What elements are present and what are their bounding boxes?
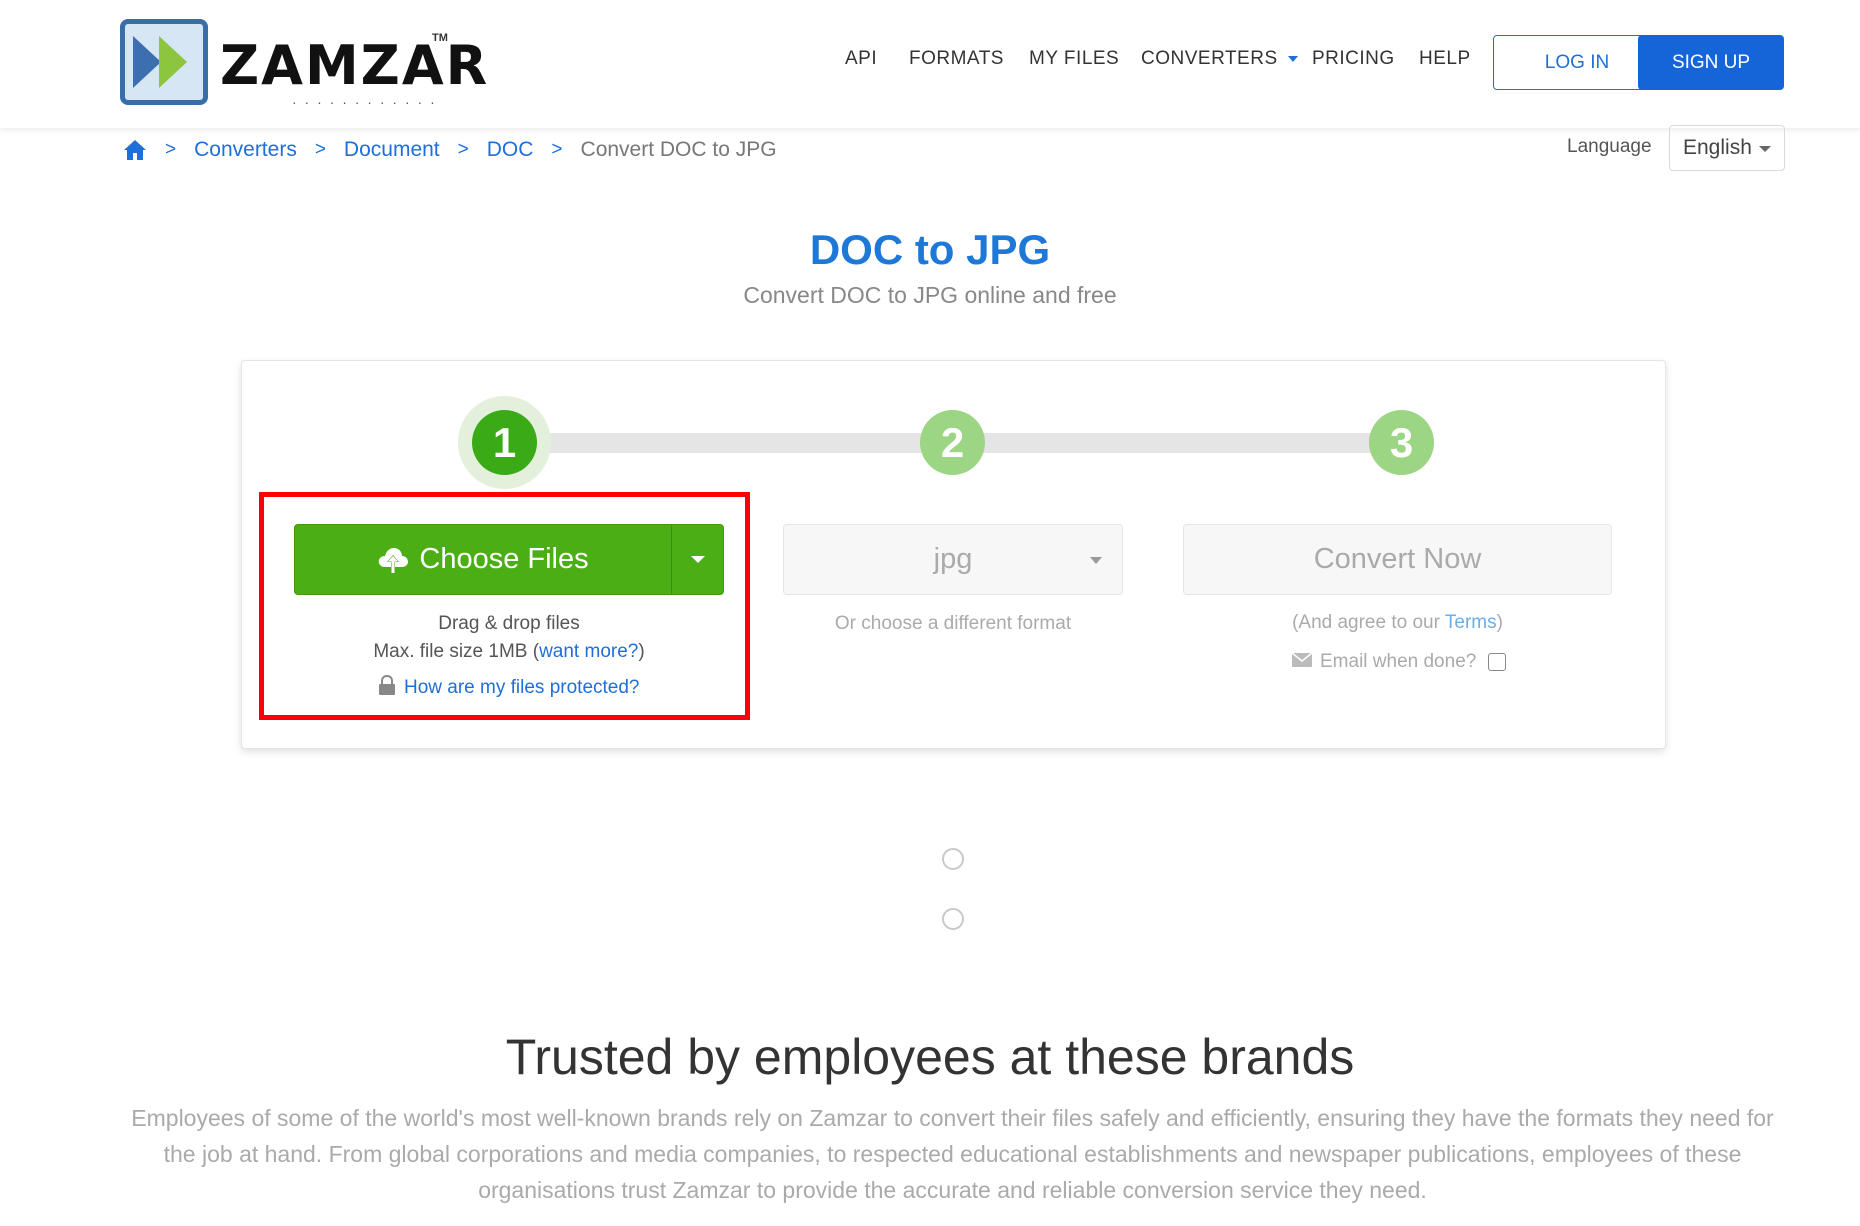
breadcrumb-converters[interactable]: Converters — [194, 138, 297, 162]
nav-api[interactable]: API — [845, 48, 877, 70]
choose-files-button-group: Choose Files — [294, 524, 724, 595]
format-hint: Or choose a different format — [834, 613, 1072, 634]
language-select[interactable]: English — [1669, 125, 1785, 171]
logo-snow-decoration: · · · · · · · · · · · · — [292, 94, 437, 110]
loading-spinner-icon — [942, 848, 964, 870]
step-2-indicator: 2 — [920, 410, 985, 475]
choose-files-label: Choose Files — [419, 543, 589, 575]
nav-help[interactable]: HELP — [1419, 48, 1471, 70]
max-file-size-text: Max. file size 1MB (want more?) — [294, 641, 724, 663]
files-protected-link-row[interactable]: How are my files protected? — [378, 674, 640, 701]
nav-converters-label: CONVERTERS — [1141, 48, 1278, 69]
site-header: ZAMZAR TM · · · · · · · · · · · · API FO… — [0, 0, 1860, 128]
terms-link[interactable]: Terms — [1445, 612, 1497, 633]
loading-spinner-icon — [942, 908, 964, 930]
breadcrumb-separator: > — [314, 139, 326, 160]
envelope-icon — [1291, 651, 1313, 673]
format-select[interactable]: jpg — [783, 524, 1123, 595]
page-title: DOC to JPG — [809, 226, 1051, 273]
trusted-description: Employees of some of the world's most we… — [131, 1105, 1774, 1203]
chevron-down-icon — [1287, 55, 1298, 62]
trusted-heading: Trusted by employees at these brands — [505, 1029, 1355, 1085]
email-when-done-label: Email when done? — [1320, 651, 1477, 672]
email-when-done-row: Email when done? — [1291, 651, 1507, 673]
breadcrumb-document[interactable]: Document — [344, 138, 440, 162]
breadcrumb-separator: > — [551, 139, 563, 160]
format-select-value: jpg — [933, 543, 973, 575]
home-icon[interactable] — [123, 138, 147, 162]
logo-text: ZAMZAR — [220, 34, 490, 97]
chevron-down-icon — [1759, 146, 1771, 152]
max-size-suffix: ) — [638, 641, 645, 662]
breadcrumb: > Converters > Document > DOC > Convert … — [123, 138, 777, 162]
signup-button[interactable]: SIGN UP — [1638, 35, 1784, 90]
logo-arrows-icon — [120, 19, 208, 105]
page-subtitle: Convert DOC to JPG online and free — [743, 282, 1117, 308]
cloud-upload-icon — [379, 547, 409, 573]
email-when-done-checkbox[interactable] — [1488, 653, 1507, 671]
zamzar-logo[interactable]: ZAMZAR TM · · · · · · · · · · · · — [120, 16, 487, 112]
step-3-indicator: 3 — [1369, 410, 1434, 475]
max-size-prefix: Max. file size 1MB ( — [373, 641, 540, 662]
breadcrumb-current: Convert DOC to JPG — [580, 138, 777, 161]
agree-prefix: (And agree to our — [1292, 612, 1445, 633]
nav-my-files[interactable]: MY FILES — [1029, 48, 1119, 70]
logo-trademark: TM — [432, 32, 448, 44]
chevron-down-icon — [1090, 557, 1102, 564]
nav-formats[interactable]: FORMATS — [909, 48, 1004, 70]
nav-converters[interactable]: CONVERTERS — [1141, 48, 1298, 70]
agree-suffix: ) — [1496, 612, 1503, 633]
breadcrumb-separator: > — [457, 139, 469, 160]
chevron-down-icon — [690, 556, 705, 563]
terms-agreement: (And agree to our Terms) — [1183, 612, 1612, 634]
breadcrumb-doc[interactable]: DOC — [487, 138, 534, 162]
want-more-link[interactable]: want more? — [539, 641, 638, 662]
choose-files-dropdown-toggle[interactable] — [672, 525, 723, 594]
files-protected-link[interactable]: How are my files protected? — [404, 677, 640, 699]
language-label: Language — [1567, 136, 1652, 157]
language-value: English — [1683, 136, 1752, 159]
login-button[interactable]: LOG IN — [1493, 35, 1661, 90]
step-1-indicator: 1 — [472, 410, 537, 475]
lock-icon — [378, 674, 396, 701]
nav-pricing[interactable]: PRICING — [1312, 48, 1395, 70]
breadcrumb-separator: > — [165, 139, 177, 160]
convert-now-button[interactable]: Convert Now — [1183, 524, 1612, 595]
choose-files-button[interactable]: Choose Files — [295, 525, 672, 594]
drag-drop-text: Drag & drop files — [438, 613, 580, 634]
